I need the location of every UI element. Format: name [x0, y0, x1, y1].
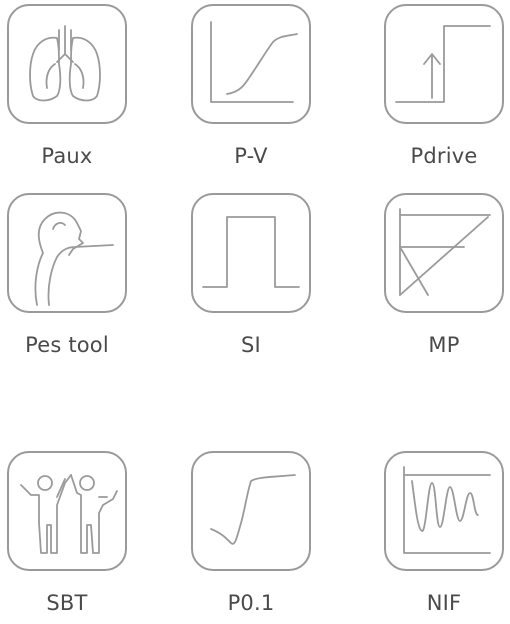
tile-paux[interactable] [7, 4, 127, 124]
tool-sbt[interactable]: SBT [2, 451, 132, 615]
tool-p0-1[interactable]: P0.1 [186, 451, 316, 615]
people-cheering-icon [20, 474, 118, 554]
tool-paux[interactable]: Paux [2, 4, 132, 168]
square-pulse-icon [202, 216, 300, 288]
tile-p0-1[interactable] [191, 451, 311, 571]
occlusion-pressure-icon [210, 474, 296, 545]
tool-label: NIF [426, 591, 462, 615]
tool-label: MP [428, 333, 460, 357]
tool-label: P-V [234, 144, 268, 168]
tool-label: Pdrive [410, 144, 478, 168]
tool-label: SI [241, 333, 261, 357]
lungs-icon [29, 25, 101, 102]
esophageal-head-icon [34, 211, 114, 306]
tile-nif[interactable] [384, 451, 504, 571]
tile-pes-tool[interactable] [7, 193, 127, 313]
tile-si[interactable] [191, 193, 311, 313]
tool-pdrive[interactable]: Pdrive [379, 4, 509, 168]
oscillation-icon [403, 466, 491, 554]
tool-label: SBT [46, 591, 88, 615]
tool-label: Paux [41, 144, 93, 168]
tool-label: P0.1 [227, 591, 275, 615]
pressure-volume-curve-icon [210, 21, 298, 103]
tool-label: Pes tool [25, 333, 109, 357]
tool-pes-tool[interactable]: Pes tool [2, 193, 132, 357]
pressure-step-icon [395, 25, 491, 103]
tile-p-v[interactable] [191, 4, 311, 124]
tool-nif[interactable]: NIF [379, 451, 509, 615]
mechanical-power-icon [399, 208, 491, 296]
tile-sbt[interactable] [7, 451, 127, 571]
tile-pdrive[interactable] [384, 4, 504, 124]
tool-si[interactable]: SI [186, 193, 316, 357]
tile-mp[interactable] [384, 193, 504, 313]
tool-mp[interactable]: MP [379, 193, 509, 357]
tool-p-v[interactable]: P-V [186, 4, 316, 168]
